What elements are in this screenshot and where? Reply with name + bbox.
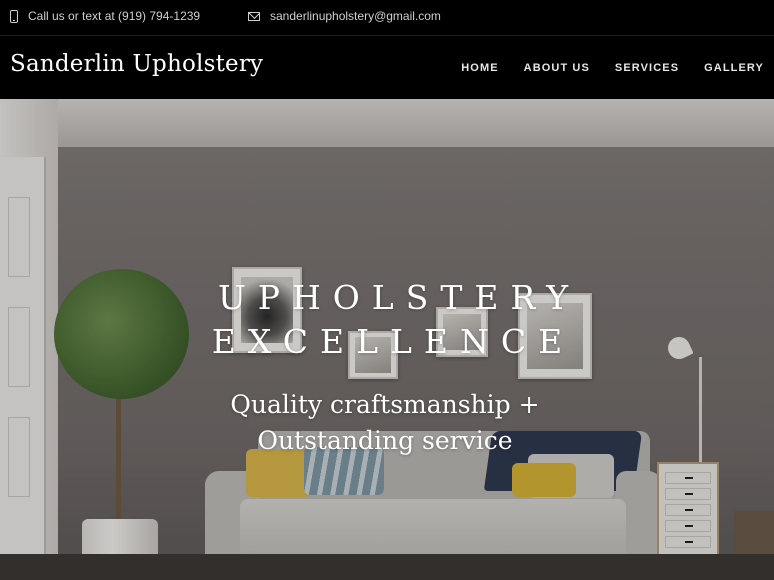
nav-home[interactable]: HOME [461, 62, 498, 74]
phone-text: Call us or text at (919) 794-1239 [28, 9, 201, 23]
main-nav: HOME ABOUT US SERVICES GALLERY [436, 62, 764, 74]
hero-title-line2: EXCELLENCE [211, 322, 575, 361]
envelope-icon [248, 11, 260, 21]
phone-contact[interactable]: Call us or text at (919) 794-1239 [10, 9, 200, 23]
contact-bar: Call us or text at (919) 794-1239 sander… [0, 0, 774, 36]
email-contact[interactable]: sanderlinupholstery@gmail.com [248, 9, 441, 23]
site-logo-title[interactable]: Sanderlin Upholstery [10, 51, 263, 77]
nav-services[interactable]: SERVICES [615, 62, 679, 74]
mobile-phone-icon [10, 9, 18, 23]
hero-title-line1: UPHOLSTERY [217, 278, 581, 317]
nav-about-us[interactable]: ABOUT US [524, 62, 590, 74]
hero-banner: UPHOLSTERY EXCELLENCE Quality craftsmans… [0, 99, 774, 580]
nav-gallery[interactable]: GALLERY [704, 62, 764, 74]
hero-subtitle: Quality craftsmanship + Outstanding serv… [230, 390, 540, 455]
site-header: Sanderlin Upholstery HOME ABOUT US SERVI… [0, 37, 774, 99]
email-text: sanderlinupholstery@gmail.com [270, 9, 441, 23]
